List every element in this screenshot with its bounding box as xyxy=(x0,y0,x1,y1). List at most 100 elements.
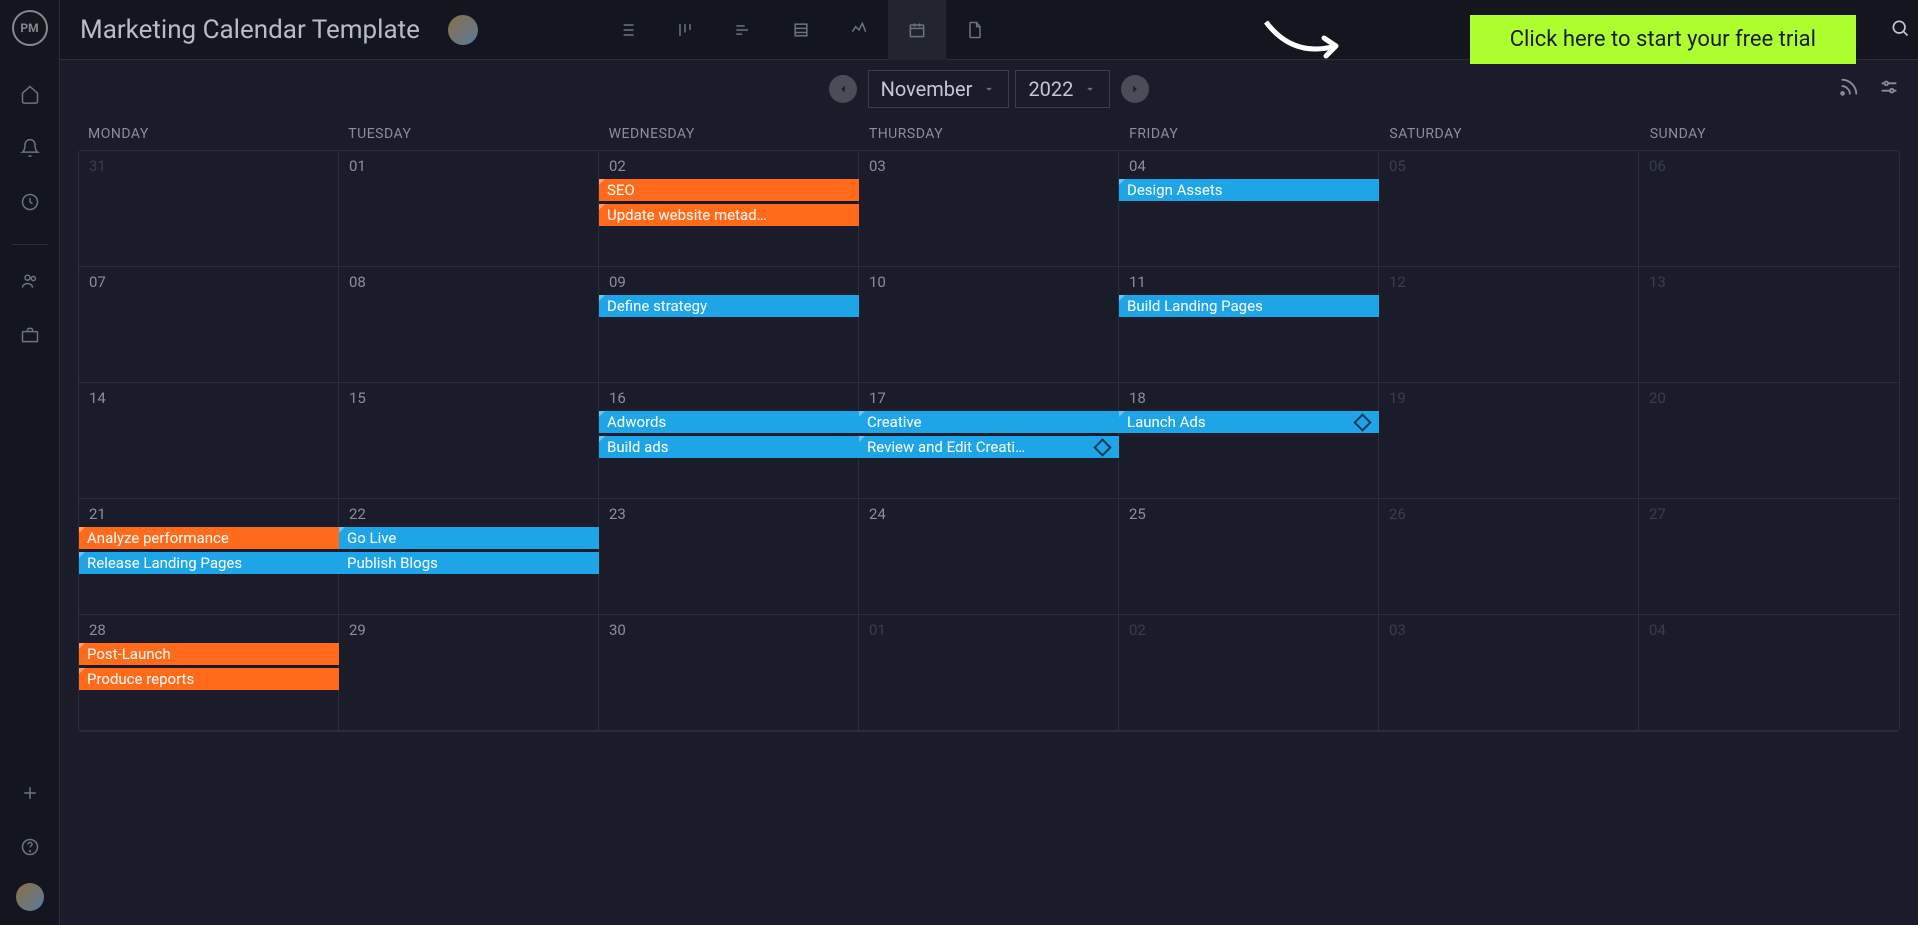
month-label: November xyxy=(881,77,973,101)
day-number: 04 xyxy=(1129,157,1368,175)
day-number: 01 xyxy=(349,157,588,175)
calendar-cell[interactable]: 29 xyxy=(339,615,599,731)
calendar-cell[interactable]: 04 xyxy=(1119,151,1379,267)
calendar-event[interactable]: Post-Launch xyxy=(79,643,339,665)
user-avatar[interactable] xyxy=(16,883,44,911)
calendar-event[interactable]: Go Live xyxy=(339,527,599,549)
users-icon[interactable] xyxy=(12,263,48,299)
calendar-cell[interactable]: 23 xyxy=(599,499,859,615)
feed-icon[interactable] xyxy=(1838,76,1860,102)
file-view-icon[interactable] xyxy=(946,0,1004,60)
day-header: FRIDAY xyxy=(1119,118,1379,150)
project-avatar[interactable] xyxy=(448,15,478,45)
day-number: 26 xyxy=(1389,505,1628,523)
milestone-icon xyxy=(1353,413,1371,431)
day-number: 08 xyxy=(349,273,588,291)
calendar-cell[interactable]: 03 xyxy=(1379,615,1639,731)
calendar-event[interactable]: Design Assets xyxy=(1119,179,1379,201)
calendar-cell[interactable]: 30 xyxy=(599,615,859,731)
day-number: 18 xyxy=(1129,389,1368,407)
calendar-event[interactable]: Review and Edit Creati… xyxy=(859,436,1119,458)
calendar-cell[interactable]: 12 xyxy=(1379,267,1639,383)
settings-icon[interactable] xyxy=(1878,76,1900,102)
calendar-event[interactable]: Creative xyxy=(859,411,1119,433)
sheet-view-icon[interactable] xyxy=(772,0,830,60)
day-number: 20 xyxy=(1649,389,1889,407)
plus-icon[interactable] xyxy=(12,775,48,811)
calendar-cell[interactable]: 25 xyxy=(1119,499,1379,615)
day-header: SUNDAY xyxy=(1640,118,1900,150)
day-number: 13 xyxy=(1649,273,1889,291)
next-month-button[interactable] xyxy=(1121,75,1149,103)
calendar-cell[interactable]: 13 xyxy=(1639,267,1899,383)
day-number: 16 xyxy=(609,389,848,407)
day-number: 12 xyxy=(1389,273,1628,291)
calendar-cell[interactable]: 10 xyxy=(859,267,1119,383)
prev-month-button[interactable] xyxy=(829,75,857,103)
calendar-event[interactable]: Adwords xyxy=(599,411,859,433)
calendar-cell[interactable]: 09 xyxy=(599,267,859,383)
day-number: 14 xyxy=(89,389,328,407)
help-icon[interactable] xyxy=(12,829,48,865)
day-header: THURSDAY xyxy=(859,118,1119,150)
gantt-view-icon[interactable] xyxy=(714,0,772,60)
calendar-event[interactable]: Analyze performance xyxy=(79,527,339,549)
list-view-icon[interactable] xyxy=(598,0,656,60)
bell-icon[interactable] xyxy=(12,130,48,166)
calendar-cell[interactable]: 04 xyxy=(1639,615,1899,731)
calendar-event[interactable]: Produce reports xyxy=(79,668,339,690)
calendar-cell[interactable]: 01 xyxy=(339,151,599,267)
calendar-cell[interactable]: 18 xyxy=(1119,383,1379,499)
day-number: 04 xyxy=(1649,621,1889,639)
day-number: 06 xyxy=(1649,157,1889,175)
day-number: 31 xyxy=(89,157,328,175)
calendar-cell[interactable]: 05 xyxy=(1379,151,1639,267)
day-header: SATURDAY xyxy=(1379,118,1639,150)
calendar-cell[interactable]: 11 xyxy=(1119,267,1379,383)
calendar-event[interactable]: Define strategy xyxy=(599,295,859,317)
calendar-event[interactable]: Launch Ads xyxy=(1119,411,1379,433)
board-view-icon[interactable] xyxy=(656,0,714,60)
arrow-icon xyxy=(1258,16,1348,66)
day-number: 09 xyxy=(609,273,848,291)
calendar-event[interactable]: Update website metad… xyxy=(599,204,859,226)
year-selector[interactable]: 2022 xyxy=(1015,70,1110,108)
calendar-cell[interactable]: 07 xyxy=(79,267,339,383)
calendar-cell[interactable]: 26 xyxy=(1379,499,1639,615)
calendar-event[interactable]: Build ads xyxy=(599,436,859,458)
month-selector[interactable]: November xyxy=(868,70,1010,108)
free-trial-button[interactable]: Click here to start your free trial xyxy=(1470,15,1856,64)
search-icon[interactable] xyxy=(1890,18,1910,42)
calendar-event[interactable]: SEO xyxy=(599,179,859,201)
calendar-cell[interactable]: 06 xyxy=(1639,151,1899,267)
calendar-cell[interactable]: 31 xyxy=(79,151,339,267)
day-number: 03 xyxy=(869,157,1108,175)
calendar-event[interactable]: Build Landing Pages xyxy=(1119,295,1379,317)
day-number: 23 xyxy=(609,505,848,523)
calendar-view-icon[interactable] xyxy=(888,0,946,60)
clock-icon[interactable] xyxy=(12,184,48,220)
home-icon[interactable] xyxy=(12,76,48,112)
calendar-event[interactable]: Release Landing Pages xyxy=(79,552,339,574)
calendar-cell[interactable]: 08 xyxy=(339,267,599,383)
day-number: 27 xyxy=(1649,505,1889,523)
day-number: 25 xyxy=(1129,505,1368,523)
calendar-event[interactable]: Publish Blogs xyxy=(339,552,599,574)
day-header: MONDAY xyxy=(78,118,338,150)
calendar-cell[interactable]: 24 xyxy=(859,499,1119,615)
calendar-cell[interactable]: 01 xyxy=(859,615,1119,731)
calendar-cell[interactable]: 27 xyxy=(1639,499,1899,615)
page-title: Marketing Calendar Template xyxy=(80,15,420,45)
calendar-cell[interactable]: 20 xyxy=(1639,383,1899,499)
logo-icon[interactable]: PM xyxy=(12,10,48,46)
calendar-cell[interactable]: 02 xyxy=(1119,615,1379,731)
calendar-cell[interactable]: 03 xyxy=(859,151,1119,267)
calendar-cell[interactable]: 15 xyxy=(339,383,599,499)
calendar-cell[interactable]: 14 xyxy=(79,383,339,499)
calendar-cell[interactable]: 19 xyxy=(1379,383,1639,499)
day-number: 19 xyxy=(1389,389,1628,407)
day-number: 30 xyxy=(609,621,848,639)
briefcase-icon[interactable] xyxy=(12,317,48,353)
dashboard-view-icon[interactable] xyxy=(830,0,888,60)
calendar-body: 3101020304050607080910111213141516171819… xyxy=(78,150,1900,732)
